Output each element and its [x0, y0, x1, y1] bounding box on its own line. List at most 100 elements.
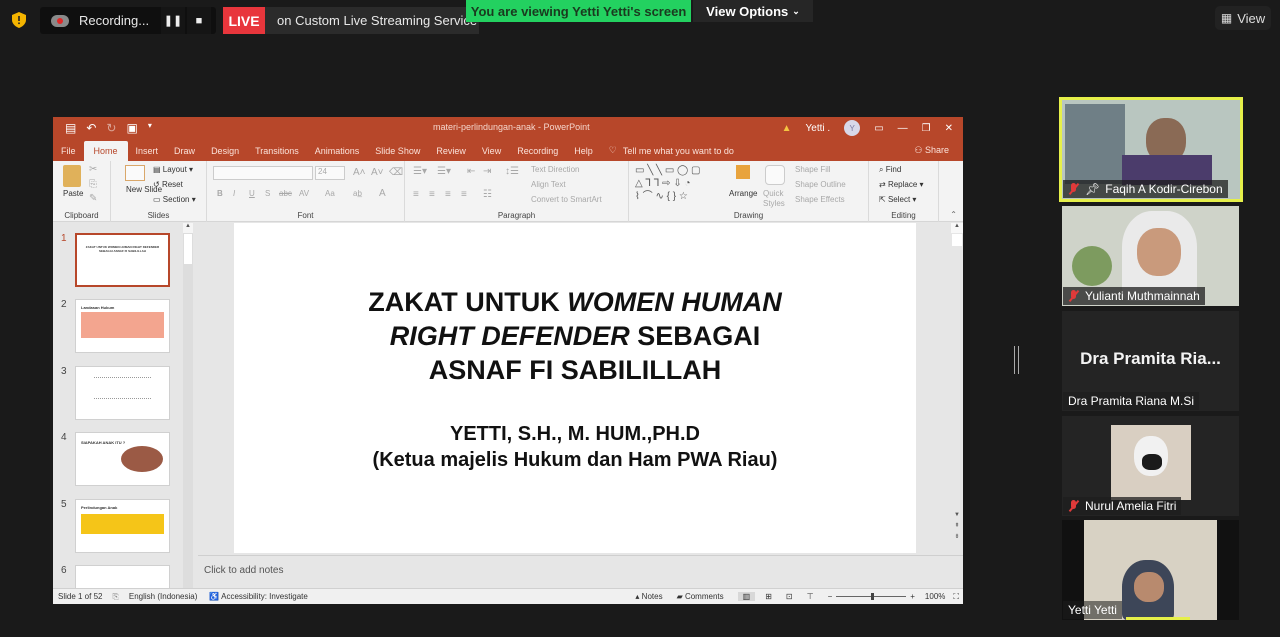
notes-pane[interactable]: Click to add notes — [198, 555, 963, 588]
tab-file[interactable]: File — [53, 146, 84, 161]
quick-styles-icon[interactable] — [765, 165, 785, 185]
shape-effects-button[interactable]: Shape Effects — [795, 195, 845, 204]
shape-fill-button[interactable]: Shape Fill — [795, 165, 831, 174]
language[interactable]: English (Indonesia) — [129, 592, 197, 601]
slide-scrollbar[interactable]: ▲ ▼ ⇞ ⇟ — [951, 223, 963, 555]
shadow-button[interactable]: S — [265, 189, 270, 198]
text-direction-button[interactable]: Text Direction — [531, 165, 579, 174]
participant-tile-2[interactable]: Yulianti Muthmainnah — [1062, 206, 1239, 306]
tab-review[interactable]: Review — [428, 146, 474, 161]
arrange-button[interactable]: Arrange — [729, 189, 757, 198]
scroll-up-arrow[interactable]: ▲ — [183, 223, 193, 233]
bold-button[interactable]: B — [217, 189, 223, 198]
zoom-slider-thumb[interactable] — [871, 593, 875, 600]
security-shield-icon[interactable] — [8, 9, 30, 31]
tab-recording[interactable]: Recording — [509, 146, 566, 161]
view-options-button[interactable]: View Options ⌄ — [693, 0, 813, 22]
shape-outline-button[interactable]: Shape Outline — [795, 180, 846, 189]
share-button[interactable]: ⚇ Share — [914, 145, 949, 161]
align-left-icon[interactable]: ≡ — [413, 189, 419, 200]
current-slide[interactable]: ZAKAT UNTUK WOMEN HUMAN RIGHT DEFENDER S… — [234, 223, 916, 553]
tab-home[interactable]: Home — [83, 141, 128, 161]
stop-recording-button[interactable]: ■ — [187, 7, 211, 34]
decrease-indent-icon[interactable]: ⇤ — [467, 166, 475, 177]
tab-view[interactable]: View — [474, 146, 509, 161]
tab-transitions[interactable]: Transitions — [247, 146, 307, 161]
spell-check-icon[interactable]: ⎘ — [112, 592, 118, 602]
scroll-thumb[interactable] — [952, 234, 962, 246]
user-avatar[interactable]: Y — [844, 120, 861, 136]
strikethrough-button[interactable]: abc — [279, 189, 292, 198]
participant-tile-4[interactable]: Nurul Amelia Fitri — [1062, 416, 1239, 516]
format-painter-icon[interactable]: ✎ — [89, 193, 97, 204]
align-text-button[interactable]: Align Text — [531, 180, 566, 189]
thumbnails-scrollbar[interactable]: ▲ — [183, 223, 193, 588]
slide-thumbnail-4[interactable]: SIAPAKAH ANAK ITU ? — [75, 432, 170, 486]
slide-thumbnail-5[interactable]: Perlindungan Anak — [75, 499, 170, 553]
arrange-icon[interactable] — [736, 165, 750, 179]
reading-view-button[interactable]: ⊡ — [786, 592, 793, 601]
tab-slide-show[interactable]: Slide Show — [367, 146, 428, 161]
tab-insert[interactable]: Insert — [128, 146, 167, 161]
increase-font-icon[interactable]: A˄ — [353, 167, 366, 178]
justify-icon[interactable]: ≡ — [461, 189, 467, 200]
decrease-font-icon[interactable]: A˅ — [371, 167, 384, 178]
redo-icon[interactable]: ↻ — [106, 121, 116, 135]
convert-smartart-button[interactable]: Convert to SmartArt — [531, 195, 602, 204]
font-color-button[interactable]: A — [379, 188, 386, 199]
quick-styles-button[interactable]: Quick Styles — [763, 189, 787, 209]
undo-icon[interactable]: ↶ — [86, 121, 96, 135]
replace-button[interactable]: ⇄ Replace ▾ — [879, 180, 924, 189]
paste-icon[interactable] — [63, 165, 81, 187]
customize-toolbar-icon[interactable]: ▾ — [148, 121, 152, 135]
select-button[interactable]: ⇱ Select ▾ — [879, 195, 916, 204]
increase-indent-icon[interactable]: ⇥ — [483, 166, 491, 177]
slide-subtitle[interactable]: YETTI, S.H., M. HUM.,PH.D (Ketua majelis… — [234, 421, 916, 473]
slide-title[interactable]: ZAKAT UNTUK WOMEN HUMAN RIGHT DEFENDER S… — [234, 285, 916, 387]
tab-animations[interactable]: Animations — [307, 146, 368, 161]
paste-button[interactable]: Paste — [63, 189, 83, 198]
layout-button[interactable]: ▤ Layout ▾ — [153, 165, 193, 174]
live-stream-status[interactable]: LIVE on Custom Live Streaming Service — [223, 7, 479, 34]
columns-icon[interactable]: ☷ — [483, 189, 492, 200]
new-slide-icon[interactable] — [125, 165, 145, 181]
change-case-button[interactable]: Aa — [325, 189, 335, 198]
tab-design[interactable]: Design — [203, 146, 247, 161]
slide-show-button[interactable]: ⊤ — [807, 592, 814, 601]
slide-sorter-button[interactable]: ⊞ — [765, 592, 772, 601]
slide-thumbnail-2[interactable]: Landasan Hukum — [75, 299, 170, 353]
participant-tile-5[interactable]: Yetti Yetti — [1062, 520, 1239, 620]
clear-formatting-icon[interactable]: ⌫ — [389, 167, 403, 178]
numbering-icon[interactable]: ☰▾ — [437, 166, 451, 177]
slide-thumbnail-6[interactable] — [75, 565, 170, 588]
normal-view-button[interactable]: ▥ — [737, 592, 756, 601]
scroll-up-arrow[interactable]: ▲ — [951, 223, 963, 233]
zoom-out-button[interactable]: − — [828, 592, 833, 601]
slide-thumbnail-1[interactable]: ZAKAT UNTUK WOMEN HUMAN RIGHT DEFENDER S… — [75, 233, 170, 287]
find-button[interactable]: ⌕ Find — [879, 165, 901, 175]
scroll-thumb[interactable] — [184, 234, 192, 264]
copy-icon[interactable]: ⎘ — [89, 179, 97, 190]
italic-button[interactable]: I — [233, 189, 235, 198]
tab-draw[interactable]: Draw — [166, 146, 203, 161]
font-name-dropdown[interactable] — [213, 166, 313, 180]
zoom-slider[interactable] — [836, 593, 907, 600]
character-spacing-button[interactable]: AV — [299, 189, 309, 198]
scroll-nav-arrows[interactable]: ▼ ⇞ ⇟ — [951, 510, 963, 543]
pause-recording-button[interactable]: ❚❚ — [161, 7, 185, 34]
accessibility-status[interactable]: ♿ Accessibility: Investigate — [209, 592, 307, 601]
align-center-icon[interactable]: ≡ — [429, 189, 435, 200]
bullets-icon[interactable]: ☰▾ — [413, 166, 427, 177]
slide-thumbnail-3[interactable] — [75, 366, 170, 420]
cut-icon[interactable]: ✂ — [89, 164, 97, 175]
participant-tile-1[interactable]: 📌︎ Faqih A Kodir-Cirebon — [1059, 97, 1243, 202]
participant-tile-3[interactable]: Dra Pramita Ria... Dra Pramita Riana M.S… — [1062, 311, 1239, 411]
save-icon[interactable]: ▤ — [65, 121, 76, 135]
view-layout-button[interactable]: ▦ View — [1215, 6, 1271, 30]
font-size-dropdown[interactable]: 24 — [315, 166, 345, 180]
ribbon-display-options-icon[interactable]: ▭ — [874, 123, 883, 134]
zoom-level[interactable]: 100% — [925, 592, 945, 601]
zoom-in-button[interactable]: + — [910, 592, 915, 601]
highlight-icon[interactable]: ab̲ — [353, 189, 362, 198]
line-spacing-icon[interactable]: ↕☰ — [505, 166, 519, 177]
